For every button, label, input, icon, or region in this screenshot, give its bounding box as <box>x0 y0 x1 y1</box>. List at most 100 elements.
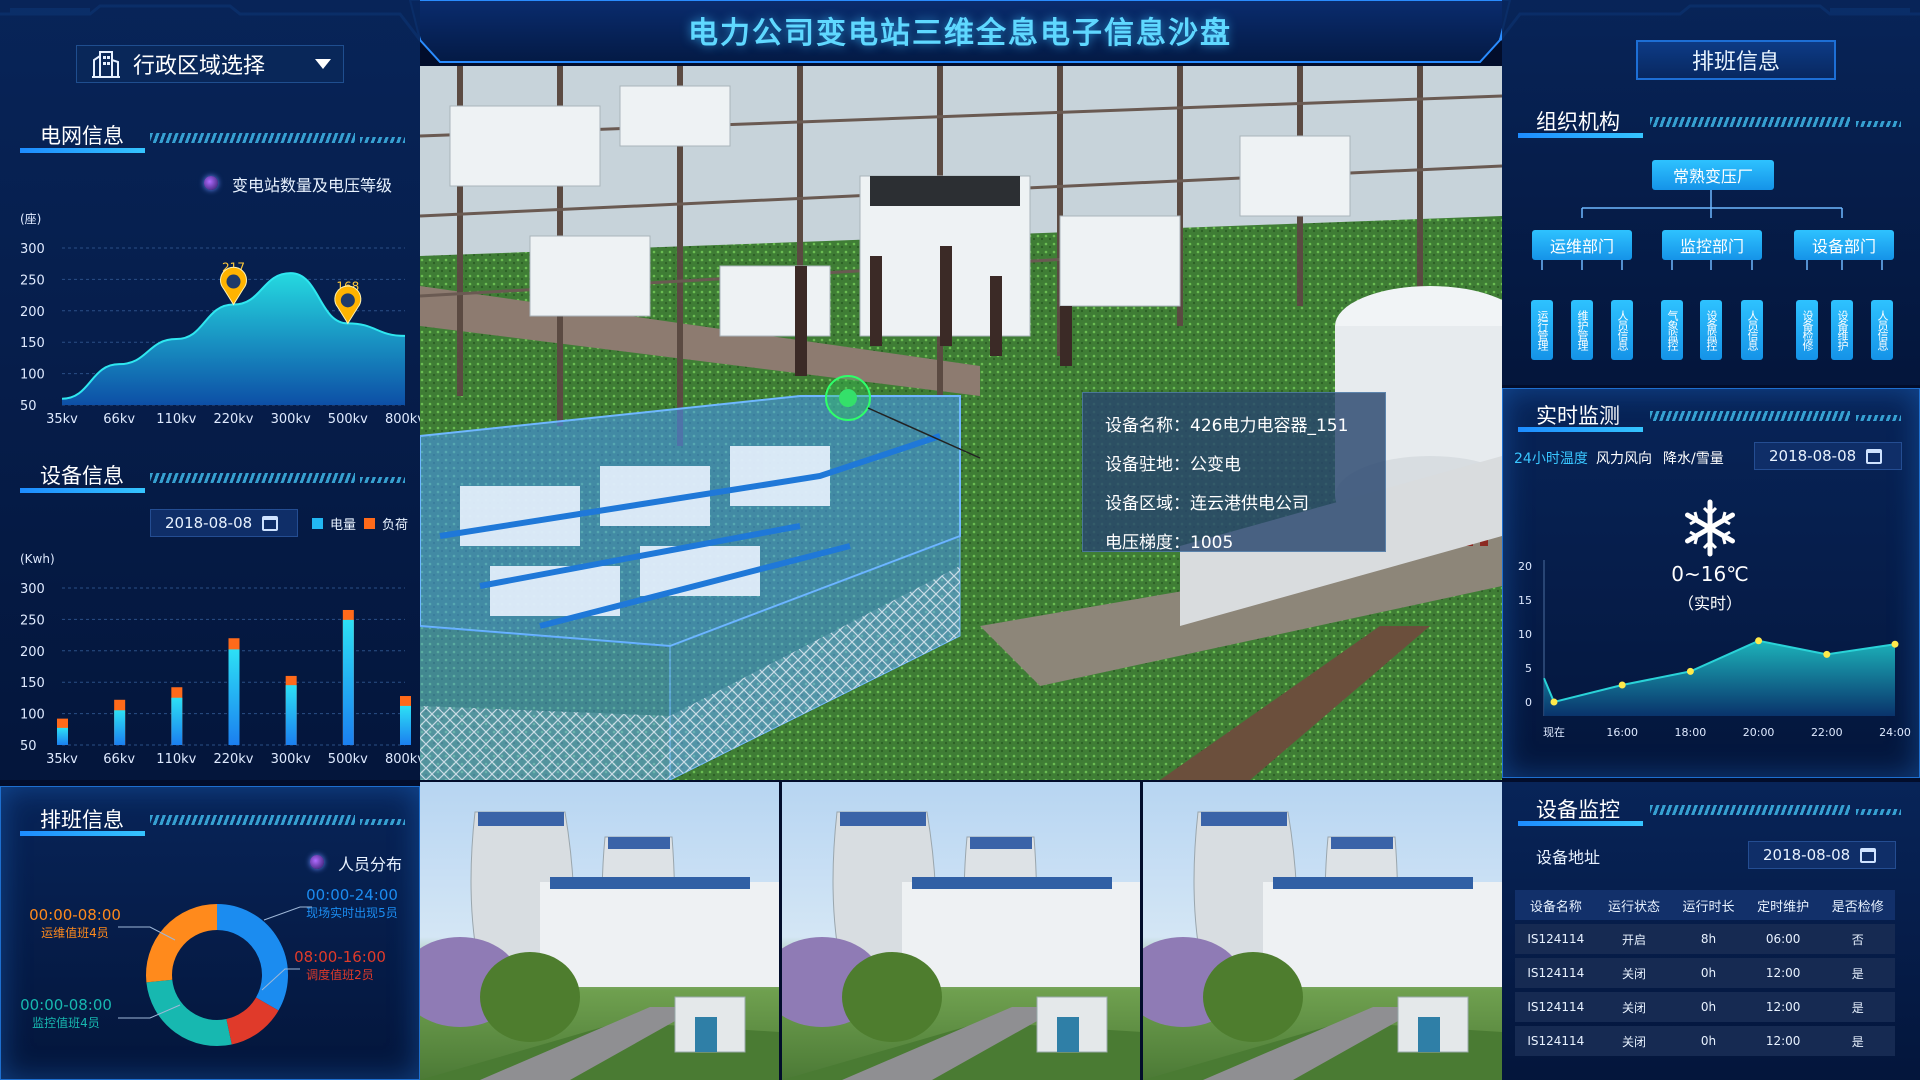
schedule-left-underline <box>20 831 145 836</box>
device-monitor-date-value: 2018-08-08 <box>1763 846 1851 864</box>
donut-slice <box>225 996 279 1045</box>
calendar-icon <box>262 515 279 531</box>
org-dept-equipment[interactable]: 设备部门 <box>1794 230 1894 260</box>
tab-precipitation[interactable]: 降水/雪量 <box>1663 448 1724 468</box>
table-row[interactable]: IS124114 开启 8h 06:00 否 <box>1515 924 1895 954</box>
monitor-title: 实时监测 <box>1536 404 1620 428</box>
load-legend-label: 负荷 <box>382 518 409 533</box>
grid-x-tick: 35kv <box>46 412 78 427</box>
col-status[interactable]: 运行状态 <box>1596 890 1672 920</box>
org-underline <box>1518 133 1643 138</box>
monitor-date-picker[interactable]: 2018-08-08 <box>1754 442 1902 470</box>
power-bar <box>228 649 240 745</box>
page-title: 电力公司变电站三维全息电子信息沙盘 <box>688 16 1232 51</box>
device-info-area: 设备区域：连云港供电公司 <box>1105 494 1309 514</box>
temp-y-tick: 15 <box>1518 594 1532 607</box>
cell-maintenance: 06:00 <box>1745 924 1821 954</box>
grid-y-tick: 300 <box>20 242 45 257</box>
donut-slice-time: 00:00-08:00 <box>20 996 112 1014</box>
table-row[interactable]: IS124114 关闭 0h 12:00 是 <box>1515 992 1895 1022</box>
temp-point <box>1891 640 1899 648</box>
camera-thumbnail-1[interactable] <box>420 782 779 1080</box>
map-pin-inner <box>226 274 241 289</box>
power-bar <box>171 697 183 745</box>
device-monitor-stripe-small <box>1856 809 1901 815</box>
equipment-info-title: 设备信息 <box>40 464 124 488</box>
cell-duration: 0h <box>1671 992 1746 1022</box>
grid-x-tick: 300kv <box>271 412 311 427</box>
org-leaf-4[interactable]: 气象监控 <box>1661 300 1683 360</box>
org-leaf-8[interactable]: 设备维护 <box>1831 300 1853 360</box>
grid-area-chart: (座) 300 250 200 150 100 50 35kv 66kv 110kv 220kv 3… <box>20 211 420 427</box>
schedule-left-title: 排班信息 <box>40 808 124 832</box>
temp-x-tick: 16:00 <box>1606 726 1638 739</box>
device-monitor-underline <box>1518 821 1643 826</box>
org-leaf-6[interactable]: 人员信息 <box>1741 300 1763 360</box>
staff-donut-chart: 00:00-24:00现场实时出现5员 08:00-16:00调度值班2员 00:0… <box>20 886 398 1046</box>
org-leaf-5[interactable]: 设备监控 <box>1700 300 1722 360</box>
snowflake-icon <box>1685 499 1735 557</box>
camera-thumbnail-3[interactable] <box>1143 782 1503 1080</box>
table-row[interactable]: IS124114 关闭 0h 12:00 是 <box>1515 1026 1895 1056</box>
monitor-stripe-small <box>1856 415 1901 421</box>
temp-point <box>1618 681 1626 689</box>
power-bar <box>285 685 297 745</box>
grid-x-tick: 66kv <box>103 412 135 427</box>
grid-y-tick: 50 <box>20 399 37 414</box>
org-leaf-2[interactable]: 维护管理 <box>1571 300 1593 360</box>
cell-duration: 8h <box>1671 924 1746 954</box>
equipment-date-picker[interactable]: 2018-08-08 <box>150 509 298 537</box>
equip-x-tick: 800kv <box>385 752 420 767</box>
org-dept-monitor[interactable]: 监控部门 <box>1662 230 1762 260</box>
cell-status: 关闭 <box>1596 992 1672 1022</box>
cell-maintenance: 12:00 <box>1745 958 1821 988</box>
power-bar <box>114 710 126 745</box>
donut-slice-time: 00:00-24:00 <box>306 886 398 904</box>
staff-legend-label: 人员分布 <box>338 855 403 874</box>
org-dept-ops[interactable]: 运维部门 <box>1532 230 1632 260</box>
donut-slice-time: 00:00-08:00 <box>29 906 121 924</box>
cell-maintenance: 12:00 <box>1745 992 1821 1022</box>
power-bar <box>400 705 411 745</box>
cell-inspection: 否 <box>1820 924 1895 954</box>
org-leaf-7[interactable]: 设备检修 <box>1796 300 1818 360</box>
device-monitor-stripe <box>1650 805 1850 815</box>
power-bar <box>342 619 354 745</box>
camera-thumbnail-2[interactable] <box>781 782 1141 1080</box>
device-monitor-title: 设备监控 <box>1536 798 1620 822</box>
donut-slice <box>146 979 232 1046</box>
temp-point <box>1823 650 1831 658</box>
table-row[interactable]: IS124114 关闭 0h 12:00 是 <box>1515 958 1895 988</box>
device-address-label: 设备地址 <box>1536 848 1601 867</box>
grid-y-tick: 100 <box>20 368 45 383</box>
cell-inspection: 是 <box>1820 992 1895 1022</box>
grid-x-tick: 500kv <box>328 412 368 427</box>
donut-slice-desc: 运维值班4员 <box>41 925 109 940</box>
device-info-location: 设备驻地：公变电 <box>1105 455 1241 475</box>
org-leaf-3[interactable]: 人员信息 <box>1611 300 1633 360</box>
col-device-name[interactable]: 设备名称 <box>1515 890 1597 920</box>
org-root-node[interactable]: 常熟变压厂 <box>1652 160 1774 190</box>
equip-y-tick: 100 <box>20 708 45 723</box>
temp-point <box>1686 667 1694 675</box>
schedule-header-tab[interactable]: 排班信息 <box>1636 40 1836 80</box>
org-leaf-1[interactable]: 运行管理 <box>1531 300 1553 360</box>
temp-point <box>1550 698 1558 706</box>
region-select[interactable]: 行政区域选择 <box>76 45 344 83</box>
tab-wind[interactable]: 风力风向 <box>1596 448 1652 468</box>
temp-y-tick: 10 <box>1518 628 1532 641</box>
col-inspection[interactable]: 是否检修 <box>1820 890 1895 920</box>
donut-slice <box>216 904 288 1011</box>
tab-temperature[interactable]: 24小时温度 <box>1514 448 1588 468</box>
equipment-info-stripe <box>150 473 355 483</box>
equip-y-tick: 250 <box>20 613 45 628</box>
donut-slice <box>146 904 218 983</box>
col-duration[interactable]: 运行时长 <box>1671 890 1746 920</box>
org-leaf-9[interactable]: 人员信息 <box>1871 300 1893 360</box>
equip-x-tick: 35kv <box>46 752 78 767</box>
col-maintenance[interactable]: 定时维护 <box>1745 890 1821 920</box>
org-title: 组织机构 <box>1536 110 1620 134</box>
equipment-bar-chart: (Kwh) 300 250 200 150 100 50 35kv 66kv 110kv 220k… <box>20 552 420 767</box>
device-monitor-date-picker[interactable]: 2018-08-08 <box>1748 841 1896 869</box>
building-icon <box>92 51 120 78</box>
